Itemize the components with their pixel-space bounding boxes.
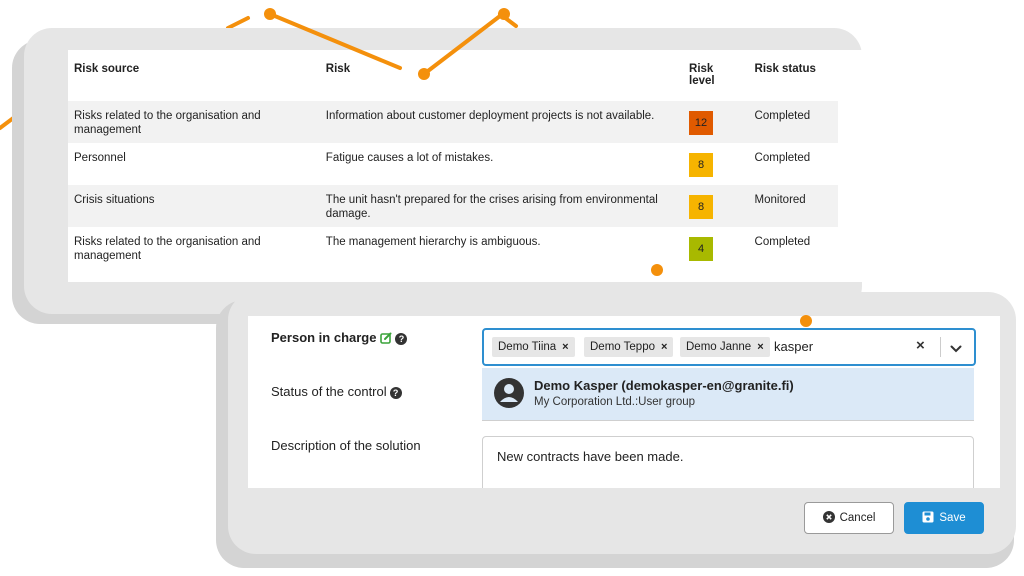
suggestion-name: Demo Kasper (demokasper-en@granite.fi) (534, 378, 794, 393)
risk-table-header-row: Risk source Risk Risk level Risk status (68, 50, 838, 101)
person-in-charge-label-text: Person in charge (271, 330, 377, 345)
cancel-button-label: Cancel (839, 512, 876, 524)
chevron-down-icon[interactable] (950, 341, 962, 359)
cell-risk: Information about customer deployment pr… (325, 110, 655, 122)
remove-tag-icon[interactable]: × (661, 341, 667, 353)
cell-risk-source: Risks related to the organisation and ma… (74, 110, 261, 136)
table-row[interactable]: Crisis situations The unit hasn't prepar… (68, 185, 838, 227)
help-icon[interactable]: ? (389, 387, 402, 399)
cell-risk-status: Completed (754, 110, 811, 122)
save-button-label: Save (939, 512, 966, 524)
table-row[interactable]: Personnel Fatigue causes a lot of mistak… (68, 143, 838, 185)
risk-level-badge: 8 (689, 153, 714, 177)
cancel-button[interactable]: Cancel (804, 502, 894, 534)
person-in-charge-select[interactable]: Demo Tiina × Demo Teppo × Demo Janne × kasp… (482, 328, 976, 366)
help-icon[interactable]: ? (395, 333, 408, 345)
header-risk[interactable]: Risk (320, 50, 683, 101)
table-row[interactable]: Risks related to the organisation and ma… (68, 101, 838, 143)
table-row[interactable]: Risks related to the organisation and ma… (68, 227, 838, 269)
save-button[interactable]: Save (904, 502, 984, 534)
status-of-control-label-text: Status of the control (271, 384, 387, 399)
cell-risk-source: Personnel (74, 152, 126, 164)
person-search-input[interactable]: kasper (774, 339, 813, 354)
risk-level-badge: 8 (689, 195, 714, 219)
cell-risk: The unit hasn't prepared for the crises … (325, 194, 658, 220)
header-risk-level[interactable]: Risk level (683, 50, 749, 101)
description-label: Description of the solution (271, 438, 421, 453)
cell-risk-level: 8 (683, 143, 749, 185)
cell-risk: Fatigue causes a lot of mistakes. (325, 152, 494, 164)
suggestion-group: My Corporation Ltd.:User group (534, 396, 696, 408)
tag-label: Demo Teppo (590, 341, 655, 353)
person-suggestion-option[interactable]: Demo Kasper (demokasper-en@granite.fi) M… (482, 368, 974, 421)
cancel-circle-icon (822, 511, 835, 523)
selected-person-tag: Demo Janne × (680, 337, 770, 357)
floppy-disk-icon (922, 511, 934, 523)
control-form-panel: Person in charge? Demo Tiina × Demo Teppo… (248, 316, 1000, 488)
description-value: New contracts have been made. (497, 449, 684, 464)
risk-table-panel: Risk source Risk Risk level Risk status … (68, 50, 864, 282)
status-of-control-label: Status of the control? (271, 384, 402, 399)
cell-risk: The management hierarchy is ambiguous. (325, 236, 541, 248)
risk-card: Risk source Risk Risk level Risk status … (24, 28, 864, 314)
selected-person-tag: Demo Teppo × (584, 337, 674, 357)
control-card: Person in charge? Demo Tiina × Demo Teppo… (228, 292, 1016, 554)
edit-icon[interactable] (380, 332, 392, 347)
select-separator (940, 337, 941, 357)
selected-person-tag: Demo Tiina × (492, 337, 575, 357)
cell-risk-status: Completed (754, 236, 811, 248)
cell-risk-source: Crisis situations (74, 194, 155, 206)
cell-risk-source: Risks related to the organisation and ma… (74, 236, 261, 262)
risk-level-badge: 4 (689, 237, 714, 261)
person-in-charge-label: Person in charge? (271, 330, 408, 347)
cell-risk-level: 12 (683, 101, 749, 143)
cell-risk-level: 4 (683, 227, 749, 269)
tag-label: Demo Janne (686, 341, 752, 353)
cell-risk-status: Monitored (754, 194, 806, 206)
header-risk-status[interactable]: Risk status (749, 50, 838, 101)
header-risk-level-text: Risk level (689, 63, 715, 87)
header-risk-source[interactable]: Risk source (68, 50, 320, 101)
description-textarea[interactable]: New contracts have been made. (482, 436, 974, 488)
risk-level-badge: 12 (689, 111, 714, 135)
risk-table: Risk source Risk Risk level Risk status … (68, 50, 838, 269)
cell-risk-level: 8 (683, 185, 749, 227)
cell-risk-status: Completed (754, 152, 811, 164)
remove-tag-icon[interactable]: × (757, 341, 763, 353)
clear-selection-icon[interactable]: × (916, 337, 925, 354)
tag-label: Demo Tiina (498, 341, 557, 353)
user-avatar-icon (494, 378, 524, 413)
remove-tag-icon[interactable]: × (562, 341, 568, 353)
